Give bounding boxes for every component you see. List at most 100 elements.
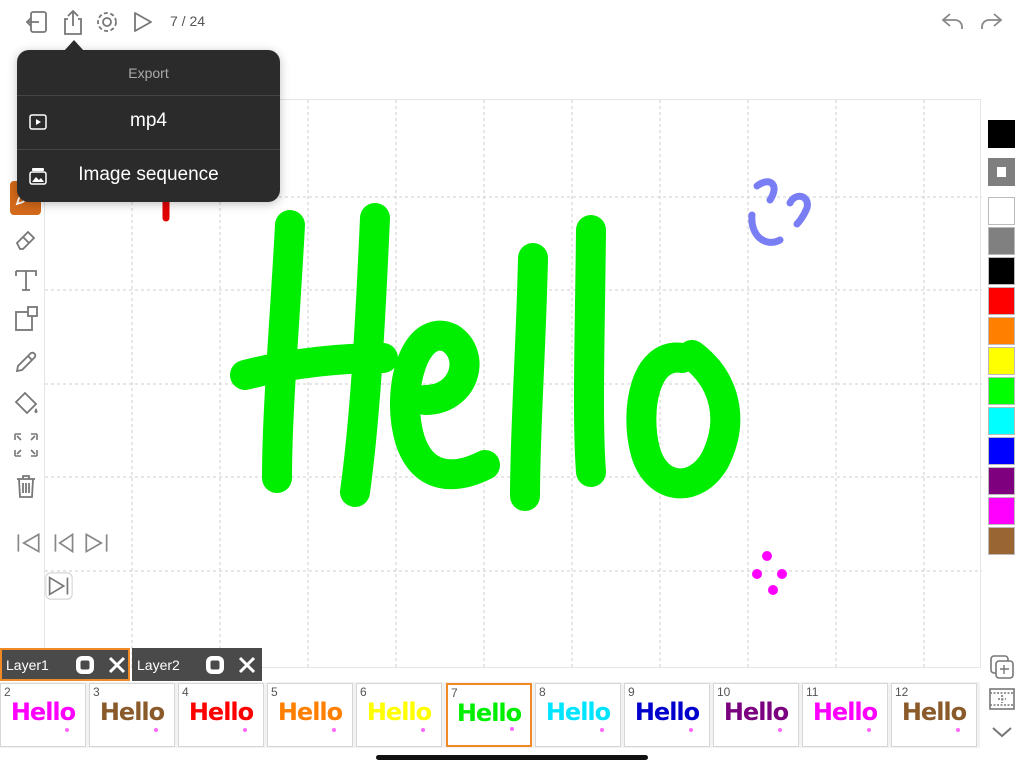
color-swatch[interactable] [988,377,1015,405]
eraser-tool[interactable] [11,224,41,254]
frame-number: 4 [182,685,189,699]
frame-thumbnail[interactable]: 6 Hello [356,683,442,747]
next-frame-add-icon [45,572,73,600]
text-tool[interactable] [11,265,41,295]
frame-preview-text: Hello [634,698,700,726]
transform-tool[interactable] [11,430,41,460]
stop-icon [997,167,1006,177]
frame-number: 3 [93,685,100,699]
layer-name: Layer2 [137,657,180,673]
undo-icon[interactable] [940,8,966,36]
frame-thumbnail[interactable]: 11 Hello [802,683,888,747]
frame-preview-dot [956,728,960,732]
frame-preview-dot [154,728,158,732]
frame-preview-dot [867,728,871,732]
onion-skin-button[interactable] [988,653,1016,681]
prev-frame-icon [54,532,74,554]
frame-number: 7 [451,686,458,700]
prev-frame-button[interactable] [49,528,74,556]
frame-preview-dot [65,728,69,732]
next-frame-add-button[interactable] [44,571,76,603]
color-swatch[interactable] [988,227,1015,255]
frame-preview-dot [332,728,336,732]
color-swatch[interactable] [988,287,1015,315]
exit-icon[interactable] [25,8,51,36]
add-frame-icon [989,688,1015,710]
text-icon [15,270,37,291]
frame-thumbnail[interactable]: 8 Hello [535,683,621,747]
export-menu-arrow [64,40,84,51]
color-mode-toggle[interactable] [988,158,1015,186]
color-swatch[interactable] [988,467,1015,495]
color-swatch[interactable] [988,347,1015,375]
export-image-sequence-label: Image sequence [78,164,219,185]
frame-preview-text: Hello [188,698,254,726]
layer-tab-2[interactable]: Layer2 [132,648,262,681]
layer-close-icon[interactable] [236,654,258,676]
redo-icon[interactable] [978,8,1004,36]
color-swatch[interactable] [988,497,1015,525]
frame-number: 5 [271,685,278,699]
export-menu-title: Export [128,65,169,81]
frame-thumbnail[interactable]: 2 Hello [0,683,86,747]
frame-thumbnail[interactable]: 12 Hello [891,683,977,747]
fill-bucket-icon [14,391,38,415]
first-frame-button[interactable] [13,528,41,556]
color-swatch[interactable] [988,197,1015,225]
color-swatch[interactable] [988,527,1015,555]
frame-number: 8 [539,685,546,699]
transform-icon [14,433,38,457]
frame-number: 9 [628,685,635,699]
layer-close-icon[interactable] [106,654,128,676]
eyedropper-icon [15,351,37,373]
home-indicator [376,755,648,760]
frame-thumbnail[interactable]: 4 Hello [178,683,264,747]
export-mp4-label: mp4 [130,110,167,131]
color-swatch[interactable] [988,257,1015,285]
frame-number: 12 [895,685,909,699]
next-frame-button[interactable] [82,528,110,556]
export-image-sequence-item[interactable]: Image sequence [17,149,280,202]
frame-thumbnail[interactable]: 5 Hello [267,683,353,747]
layer-visibility-icon[interactable] [204,654,226,676]
eyedropper-tool[interactable] [11,346,41,376]
color-swatch[interactable] [988,407,1015,435]
current-color-swatch[interactable] [988,120,1015,148]
export-menu: Export mp4 Image sequence [17,50,280,202]
frame-number: 11 [806,685,819,699]
frame-preview-text: Hello [723,698,789,726]
color-swatch[interactable] [988,317,1015,345]
collapse-button[interactable] [988,718,1016,746]
frame-preview-text: Hello [812,698,878,726]
chevron-down-icon [992,727,1012,738]
top-toolbar: 7 / 24 [0,0,1024,44]
frame-preview-text: Hello [99,698,165,726]
frame-number: 10 [717,685,731,699]
layer-visibility-icon[interactable] [74,654,96,676]
frame-counter: 7 / 24 [170,13,206,29]
layer-tab-1[interactable]: Layer1 [0,648,130,681]
layer-name: Layer1 [6,657,49,673]
frame-preview-dot [600,728,604,732]
fill-bucket-tool[interactable] [11,388,41,418]
shape-tool[interactable] [11,304,41,334]
frame-thumbnail[interactable]: 3 Hello [89,683,175,747]
frame-preview-text: Hello [10,698,76,726]
play-icon[interactable] [130,8,156,36]
share-icon[interactable] [60,8,86,36]
trash-icon [17,475,35,498]
frame-thumbnail[interactable]: 9 Hello [624,683,710,747]
frame-preview-dot [689,728,693,732]
color-swatch[interactable] [988,437,1015,465]
frame-number: 6 [360,685,367,699]
frame-thumbnail[interactable]: 7 Hello [446,683,532,747]
onion-skin-icon [990,655,1014,679]
add-frame-button[interactable] [988,685,1016,713]
frame-thumbnail[interactable]: 10 Hello [713,683,799,747]
delete-tool[interactable] [11,471,41,501]
frame-preview-dot [510,727,514,731]
frame-preview-text: Hello [901,698,967,726]
export-mp4-item[interactable]: mp4 [17,95,280,148]
gear-icon[interactable] [94,8,120,36]
first-frame-icon [17,532,40,554]
